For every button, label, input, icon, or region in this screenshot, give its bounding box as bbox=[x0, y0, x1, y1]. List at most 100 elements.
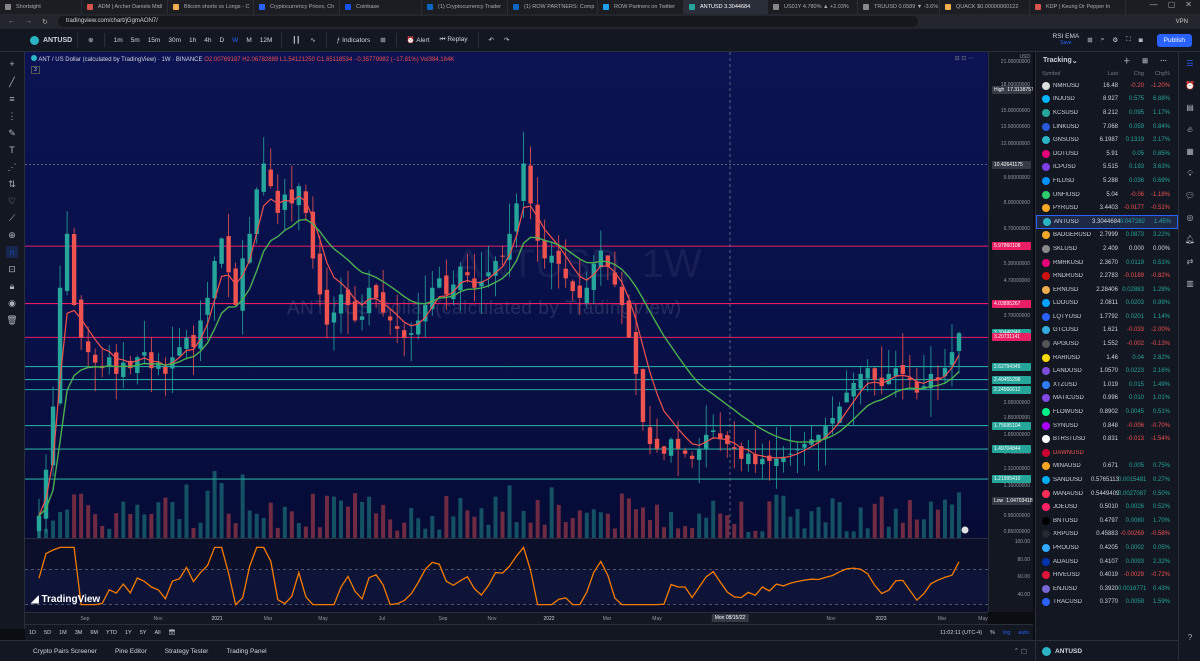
url-field[interactable]: tradingview.com/chart/jGgmAON7/ bbox=[57, 16, 918, 27]
col-chg-pct[interactable]: Chg% bbox=[1144, 69, 1170, 79]
indicators-button[interactable]: ƒ Indicators bbox=[332, 37, 376, 44]
watchlist-row[interactable]: INJUSD 8.927 0.575 6.88% bbox=[1036, 93, 1178, 107]
watchlist-row[interactable]: SANDUSD 0.5765113 0.0015481 0.27% bbox=[1036, 473, 1178, 487]
candle-body[interactable] bbox=[394, 326, 400, 329]
forward-icon[interactable]: → bbox=[25, 18, 32, 25]
rsi-pane[interactable]: ◢ TradingView bbox=[25, 538, 988, 612]
window-controls[interactable]: — ▢ ✕ bbox=[1141, 0, 1200, 14]
chats-icon[interactable]: 💬︎ bbox=[1184, 190, 1196, 202]
candle-body[interactable] bbox=[177, 347, 182, 356]
candle-body[interactable] bbox=[570, 281, 575, 292]
watchlist-row[interactable]: DOTUSD 5.91 0.05 0.85% bbox=[1036, 147, 1178, 161]
col-chg[interactable]: Chg bbox=[1118, 69, 1144, 79]
collapse-panel-icon[interactable]: ⌃ ▢ bbox=[1014, 647, 1027, 655]
candle-body[interactable] bbox=[542, 240, 547, 259]
candle-body[interactable] bbox=[64, 233, 70, 291]
candle-body[interactable] bbox=[409, 333, 414, 335]
candle-body[interactable] bbox=[219, 238, 224, 264]
range-1m[interactable]: 1M bbox=[55, 630, 71, 636]
candle-body[interactable] bbox=[387, 316, 393, 321]
browser-tab[interactable]: (1) ROW PARTNERS: Comp bbox=[508, 0, 598, 14]
candle-body[interactable] bbox=[858, 373, 863, 389]
watchlist-row[interactable]: MANAUSD 0.5449409 0.0027067 0.50% bbox=[1036, 487, 1178, 501]
watchlist-row[interactable]: MINAUSD 0.671 0.005 0.75% bbox=[1036, 460, 1178, 474]
timeframe-W[interactable]: W bbox=[228, 37, 242, 44]
brush-icon[interactable]: ✎ bbox=[6, 127, 18, 139]
reload-icon[interactable]: ↻ bbox=[42, 18, 48, 26]
candle-body[interactable] bbox=[338, 294, 344, 314]
line-style-icon[interactable]: ∿ bbox=[305, 36, 320, 44]
candle-body[interactable] bbox=[352, 301, 358, 321]
candle-body[interactable] bbox=[626, 300, 632, 338]
watchlist-row[interactable]: BTRSTUSD 0.831 -0.013 -1.54% bbox=[1036, 432, 1178, 446]
maximize-icon[interactable]: ▢ bbox=[1168, 0, 1176, 14]
magnet-icon[interactable]: ∩ bbox=[6, 246, 18, 258]
redo-icon[interactable]: ↷ bbox=[499, 36, 514, 44]
help-icon[interactable]: ? bbox=[1184, 632, 1196, 644]
close-icon[interactable]: ✕ bbox=[1185, 0, 1192, 14]
candle-body[interactable] bbox=[85, 341, 91, 353]
col-symbol[interactable]: Symbol bbox=[1042, 69, 1084, 79]
range-all[interactable]: All bbox=[150, 630, 164, 636]
trendline-icon[interactable]: ╱ bbox=[6, 76, 18, 88]
clock[interactable]: 11:02:11 (UTC-4) bbox=[936, 630, 986, 636]
lock-drawings-icon[interactable]: ⊡ bbox=[6, 263, 18, 275]
back-icon[interactable]: ← bbox=[8, 18, 15, 25]
watchlist-row[interactable]: KCSUSD 8.212 0.095 1.17% bbox=[1036, 106, 1178, 120]
alert-button[interactable]: ⏰ Alert bbox=[402, 36, 435, 44]
browser-tab[interactable]: Bitcoin shorts vs Longs - C bbox=[168, 0, 254, 14]
range-3m[interactable]: 3M bbox=[71, 630, 87, 636]
watchlist-row[interactable]: ANTUSD 3.3044684 0.047282 1.45% bbox=[1036, 214, 1178, 229]
settings-icon[interactable]: ⚙ bbox=[1112, 36, 1118, 44]
candle-body[interactable] bbox=[142, 352, 147, 356]
browser-tab[interactable]: US01Y 4.780% ▲ +2.03% bbox=[768, 0, 858, 14]
layout-icon[interactable]: ⊞ bbox=[375, 36, 390, 44]
panel-tab[interactable]: Trading Panel bbox=[226, 648, 266, 655]
browser-tab[interactable]: TRUUSD 0.0589 ▼ -3.6% bbox=[858, 0, 940, 14]
candle-body[interactable] bbox=[788, 453, 793, 455]
candle-body[interactable] bbox=[331, 312, 337, 323]
range-1d[interactable]: 1D bbox=[25, 630, 40, 636]
streams-icon[interactable]: ◎ bbox=[1184, 212, 1196, 224]
watchlist-row[interactable]: XTZUSD 1.019 0.015 1.49% bbox=[1036, 378, 1178, 392]
candle-body[interactable] bbox=[205, 297, 210, 315]
candle-body[interactable] bbox=[373, 285, 379, 298]
timeframe-D[interactable]: D bbox=[215, 37, 228, 44]
watchlist-row[interactable]: API3USD 1.552 -0.002 -0.13% bbox=[1036, 337, 1178, 351]
calendar-icon[interactable]: ▦ bbox=[1184, 146, 1196, 158]
candle-body[interactable] bbox=[760, 458, 765, 465]
browser-tab[interactable]: Shortsight bbox=[0, 0, 82, 14]
auto-toggle[interactable]: auto bbox=[1014, 630, 1033, 636]
prediction-icon[interactable]: ⇅ bbox=[6, 178, 18, 190]
candle-body[interactable] bbox=[359, 316, 365, 320]
candle-body[interactable] bbox=[753, 454, 758, 465]
candle-body[interactable] bbox=[619, 286, 625, 306]
candle-body[interactable] bbox=[71, 234, 77, 306]
candle-body[interactable] bbox=[774, 458, 779, 466]
timeframe-5m[interactable]: 5m bbox=[127, 37, 144, 44]
candle-body[interactable] bbox=[844, 392, 849, 403]
bar-style-icon[interactable]: ┃┃ bbox=[287, 36, 305, 44]
candle-body[interactable] bbox=[956, 333, 962, 352]
candle-body[interactable] bbox=[584, 287, 589, 304]
browser-tab[interactable]: QUACK $0.00000000122 bbox=[940, 0, 1030, 14]
candle-body[interactable] bbox=[689, 455, 695, 459]
favorites-icon[interactable]: ♡ bbox=[6, 195, 18, 207]
trash-icon[interactable]: 🗑︎ bbox=[6, 314, 18, 326]
time-axis[interactable]: SepNov2021MarMayJulSepNov2022MarMayJulNo… bbox=[25, 612, 988, 624]
browser-tab[interactable]: ROW Partners on Twitter bbox=[598, 0, 684, 14]
candle-body[interactable] bbox=[633, 332, 639, 374]
watchlist-row[interactable]: NMRUSD 16.48 -0.20 -1.20% bbox=[1036, 79, 1178, 93]
timeframe-30m[interactable]: 30m bbox=[164, 37, 185, 44]
candle-body[interactable] bbox=[36, 515, 42, 532]
candle-body[interactable] bbox=[528, 165, 533, 204]
watchlist-row[interactable]: ERNUSD 2.28406 0.02883 1.28% bbox=[1036, 283, 1178, 297]
candle-body[interactable] bbox=[317, 253, 323, 295]
fib-icon[interactable]: ⋮ bbox=[6, 110, 18, 122]
compare-icon[interactable]: ⊕ bbox=[83, 36, 98, 44]
watchlist-row[interactable]: JOEUSD 0.5010 0.0026 0.52% bbox=[1036, 500, 1178, 514]
watchlist-row[interactable]: UNFIUSD 5.04 -0.06 -1.18% bbox=[1036, 188, 1178, 202]
candle-body[interactable] bbox=[500, 255, 505, 257]
timeframe-1m[interactable]: 1m bbox=[110, 37, 127, 44]
candle-body[interactable] bbox=[893, 368, 898, 376]
